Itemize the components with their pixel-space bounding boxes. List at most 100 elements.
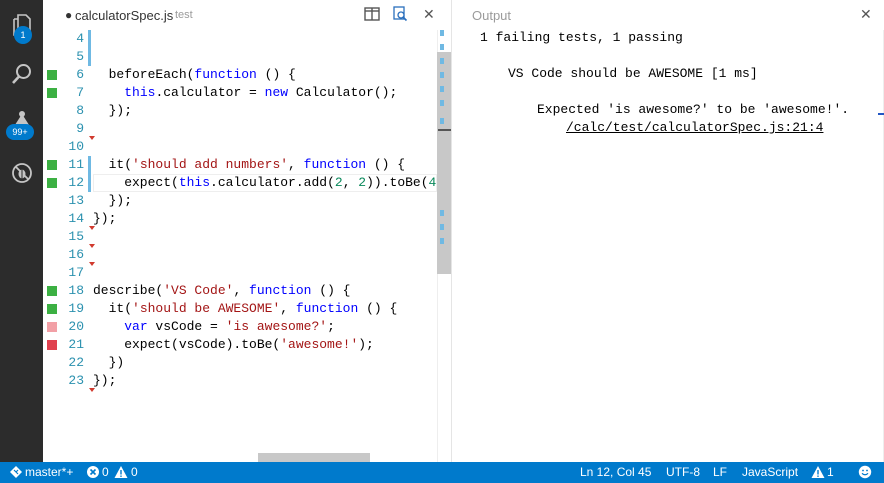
problems-count[interactable]: 1: [827, 465, 834, 480]
code-line-15[interactable]: 15: [43, 228, 437, 248]
line-ending[interactable]: LF: [713, 465, 727, 480]
dirty-diff-marker: [88, 30, 91, 48]
git-button[interactable]: 99+: [0, 100, 43, 140]
code-line-8[interactable]: 8 });: [43, 102, 437, 120]
line-number: 10: [68, 139, 84, 154]
activity-bar: 1 99+: [0, 0, 43, 462]
overview-ruler-mark: [440, 100, 444, 106]
overview-ruler-mark: [440, 30, 444, 36]
code-line-16[interactable]: 16: [43, 246, 437, 266]
tab-title: calculatorSpec.js: [75, 8, 174, 23]
dirty-diff-marker: [88, 174, 91, 192]
overview-ruler-mark: [440, 118, 444, 124]
code-line-5[interactable]: 5: [43, 48, 437, 66]
overview-ruler-mark: [440, 86, 444, 92]
warning-count[interactable]: 0: [131, 465, 138, 480]
code-line-4[interactable]: 4: [43, 30, 437, 48]
code-line-19[interactable]: 19 it('should be AWESOME', function () {: [43, 300, 437, 318]
search-icon: [11, 64, 31, 84]
line-number: 11: [68, 157, 84, 172]
line-number: 18: [68, 283, 84, 298]
code-text: });: [93, 211, 117, 226]
debug-button[interactable]: [0, 153, 43, 193]
overview-ruler-mark: [440, 44, 444, 50]
code-text: }): [93, 355, 125, 370]
debug-icon: [11, 163, 32, 183]
branch-name[interactable]: master*+: [25, 465, 73, 480]
split-editor-icon[interactable]: [363, 5, 381, 23]
code-line-21[interactable]: 21 expect(vsCode).toBe('awesome!');: [43, 336, 437, 354]
line-number: 22: [68, 355, 84, 370]
error-count[interactable]: 0: [102, 465, 109, 480]
code-text: var vsCode = 'is awesome?';: [124, 319, 335, 334]
cursor-ruler-mark: [438, 129, 451, 131]
code-line-11[interactable]: 11 it('should add numbers', function () …: [43, 156, 437, 174]
code-editor[interactable]: 456 beforeEach(function () {7 this.calcu…: [43, 30, 452, 462]
line-number: 17: [68, 265, 84, 280]
code-text: });: [93, 103, 133, 118]
code-line-9[interactable]: 9: [43, 120, 437, 140]
output-expected: Expected 'is awesome?' to be 'awesome!'.: [537, 102, 850, 117]
line-number: 12: [68, 175, 84, 190]
code-text: it('should add numbers', function () {: [93, 157, 406, 172]
close-output-icon[interactable]: ✕: [860, 5, 872, 23]
line-number: 23: [68, 373, 84, 388]
output-panel: Output ✕ 1 failing tests, 1 passing VS C…: [452, 0, 884, 462]
editor-group: ● calculatorSpec.js test ✕ 4 5 6 beforeEac…: [43, 0, 452, 462]
code-text: this.calculator = new Calculator();: [124, 85, 398, 100]
cursor-position[interactable]: Ln 12, Col 45: [580, 465, 651, 480]
code-line-23[interactable]: 23});: [43, 372, 437, 392]
code-line-14[interactable]: 14});: [43, 210, 437, 230]
code-text: expect(vsCode).toBe('awesome!');: [93, 337, 374, 352]
code-line-20[interactable]: 20 var vsCode = 'is awesome?';: [43, 318, 437, 336]
output-ruler-mark: [878, 113, 884, 115]
overview-ruler-mark: [440, 72, 444, 78]
code-text: });: [93, 373, 117, 388]
output-summary: 1 failing tests, 1 passing: [480, 30, 683, 45]
code-line-6[interactable]: 6 beforeEach(function () {: [43, 66, 437, 84]
open-changes-icon[interactable]: [391, 5, 409, 23]
search-button[interactable]: [0, 54, 43, 94]
explorer-button[interactable]: 1: [0, 5, 43, 45]
line-number: 14: [68, 211, 84, 226]
status-bar: master*+ 0 0 Ln 12, Col 45 UTF-8 LF Java…: [0, 462, 884, 483]
explorer-badge: 1: [14, 26, 32, 44]
line-number: 21: [68, 337, 84, 352]
close-editor-icon[interactable]: ✕: [423, 5, 435, 23]
code-text: it('should be AWESOME', function () {: [93, 301, 398, 316]
line-number: 7: [76, 85, 84, 100]
encoding[interactable]: UTF-8: [666, 465, 700, 480]
overview-ruler-mark: [440, 58, 444, 64]
overview-ruler-mark: [440, 238, 444, 244]
dirty-diff-marker: [88, 156, 91, 174]
line-number: 8: [76, 103, 84, 118]
error-icon: [87, 466, 99, 478]
line-number: 15: [68, 229, 84, 244]
language-mode[interactable]: JavaScript: [742, 465, 798, 480]
output-title: Output: [472, 8, 512, 23]
code-line-13[interactable]: 13 });: [43, 192, 437, 210]
code-text: describe('VS Code', function () {: [93, 283, 351, 298]
code-line-12[interactable]: 12 expect(this.calculator.add(2, 2)).toB…: [43, 174, 452, 192]
overview-ruler-mark: [440, 210, 444, 216]
feedback-smiley-icon[interactable]: [858, 465, 872, 479]
code-text: beforeEach(function () {: [93, 67, 296, 82]
editor-tab[interactable]: ● calculatorSpec.js test ✕: [43, 0, 451, 30]
line-number: 19: [68, 301, 84, 316]
line-number: 6: [76, 67, 84, 82]
tab-description: test: [175, 9, 193, 21]
editor-horizontal-scrollbar[interactable]: [258, 453, 370, 462]
warning-icon: [114, 466, 128, 478]
git-badge: 99+: [6, 124, 34, 140]
line-number: 13: [68, 193, 84, 208]
line-number: 9: [76, 121, 84, 136]
code-line-17[interactable]: 17: [43, 264, 437, 282]
overview-ruler-mark: [440, 224, 444, 230]
output-location-link[interactable]: /calc/test/calculatorSpec.js:21:4: [566, 119, 823, 137]
code-line-7[interactable]: 7 this.calculator = new Calculator();: [43, 84, 437, 102]
code-text: expect(this.calculator.add(2, 2)).toBe(4…: [93, 175, 452, 190]
code-line-10[interactable]: 10: [43, 138, 437, 156]
problems-warning-icon: [811, 466, 825, 478]
code-line-18[interactable]: 18 describe('VS Code', function () {: [43, 282, 437, 300]
code-line-22[interactable]: 22 }): [43, 354, 437, 372]
